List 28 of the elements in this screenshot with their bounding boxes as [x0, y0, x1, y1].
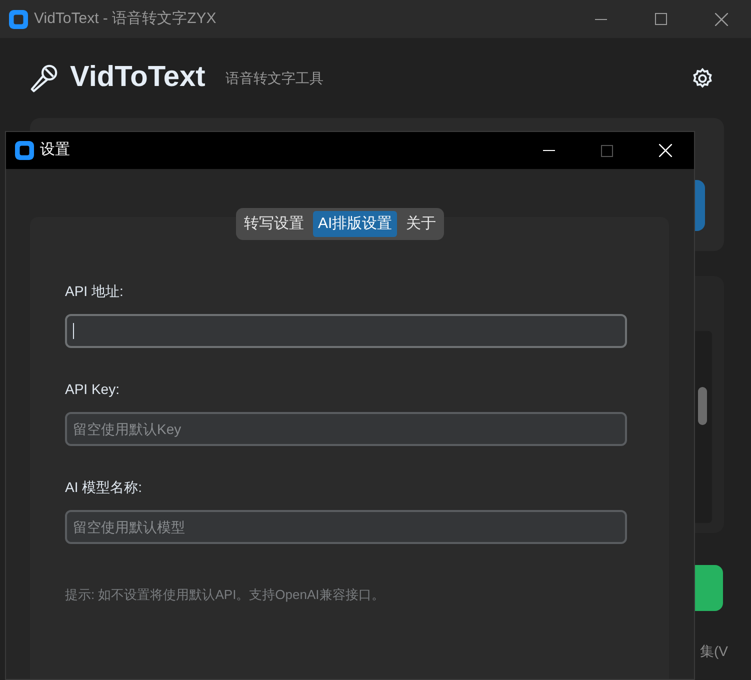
maximize-icon — [601, 144, 613, 156]
dialog-title: 设置 — [40, 140, 70, 160]
close-icon — [714, 12, 728, 26]
field-label: API Key: — [65, 380, 120, 399]
minimize-icon — [543, 150, 555, 151]
close-icon — [658, 144, 672, 157]
footer-text: 集(V — [700, 642, 728, 661]
dialog-logo-icon — [15, 141, 34, 160]
text-field[interactable] — [65, 314, 627, 348]
hint-text: 提示: 如不设置将使用默认API。支持OpenAI兼容接口。 — [65, 586, 386, 604]
field-label: API 地址: — [65, 282, 124, 301]
app-subtitle: 语音转文字工具 — [225, 68, 324, 88]
text-field[interactable]: 留空使用默认Key — [65, 412, 627, 446]
settings-icon — [691, 66, 714, 90]
settings-button[interactable] — [691, 66, 715, 90]
microphone-icon — [28, 62, 59, 94]
minimize-icon — [595, 18, 607, 20]
settings-tab[interactable]: 转写设置 — [239, 211, 309, 237]
settings-tab[interactable]: AI排版设置 — [313, 211, 398, 237]
field-label: AI 模型名称: — [65, 478, 144, 497]
text-cursor — [73, 323, 74, 339]
app-name: VidToText — [70, 60, 206, 96]
maximize-icon — [655, 13, 667, 25]
app-logo-icon — [9, 10, 28, 28]
text-field[interactable]: 留空使用默认模型 — [65, 510, 627, 544]
window-title: VidToText - 语音转文字ZYX — [34, 8, 216, 29]
settings-tab[interactable]: 关于 — [401, 211, 442, 237]
scrollbar-thumb[interactable] — [698, 387, 707, 425]
